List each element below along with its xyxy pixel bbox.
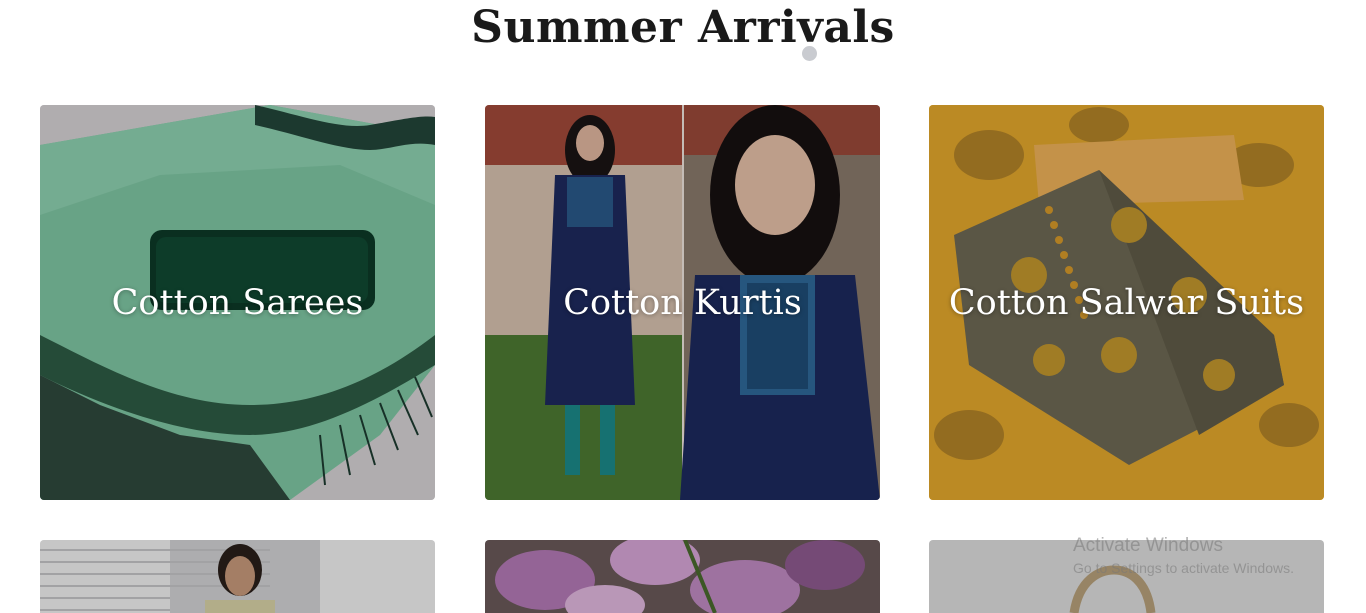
card-label: Cotton Kurtis xyxy=(563,282,802,323)
card-label: Cotton Salwar Suits xyxy=(948,282,1305,323)
category-card-cotton-sarees[interactable]: Cotton Sarees xyxy=(40,105,435,500)
card-label: Cotton Sarees xyxy=(111,282,364,323)
category-card-menswear[interactable] xyxy=(40,540,435,613)
category-card-floral[interactable] xyxy=(485,540,880,613)
category-card-cotton-kurtis[interactable]: Cotton Kurtis xyxy=(485,105,880,500)
section-title: Summer Arrivals xyxy=(471,2,895,53)
mouse-cursor-indicator xyxy=(802,46,817,61)
category-card-cotton-salwar-suits[interactable]: Cotton Salwar Suits xyxy=(929,105,1324,500)
category-card-bags[interactable] xyxy=(929,540,1324,613)
